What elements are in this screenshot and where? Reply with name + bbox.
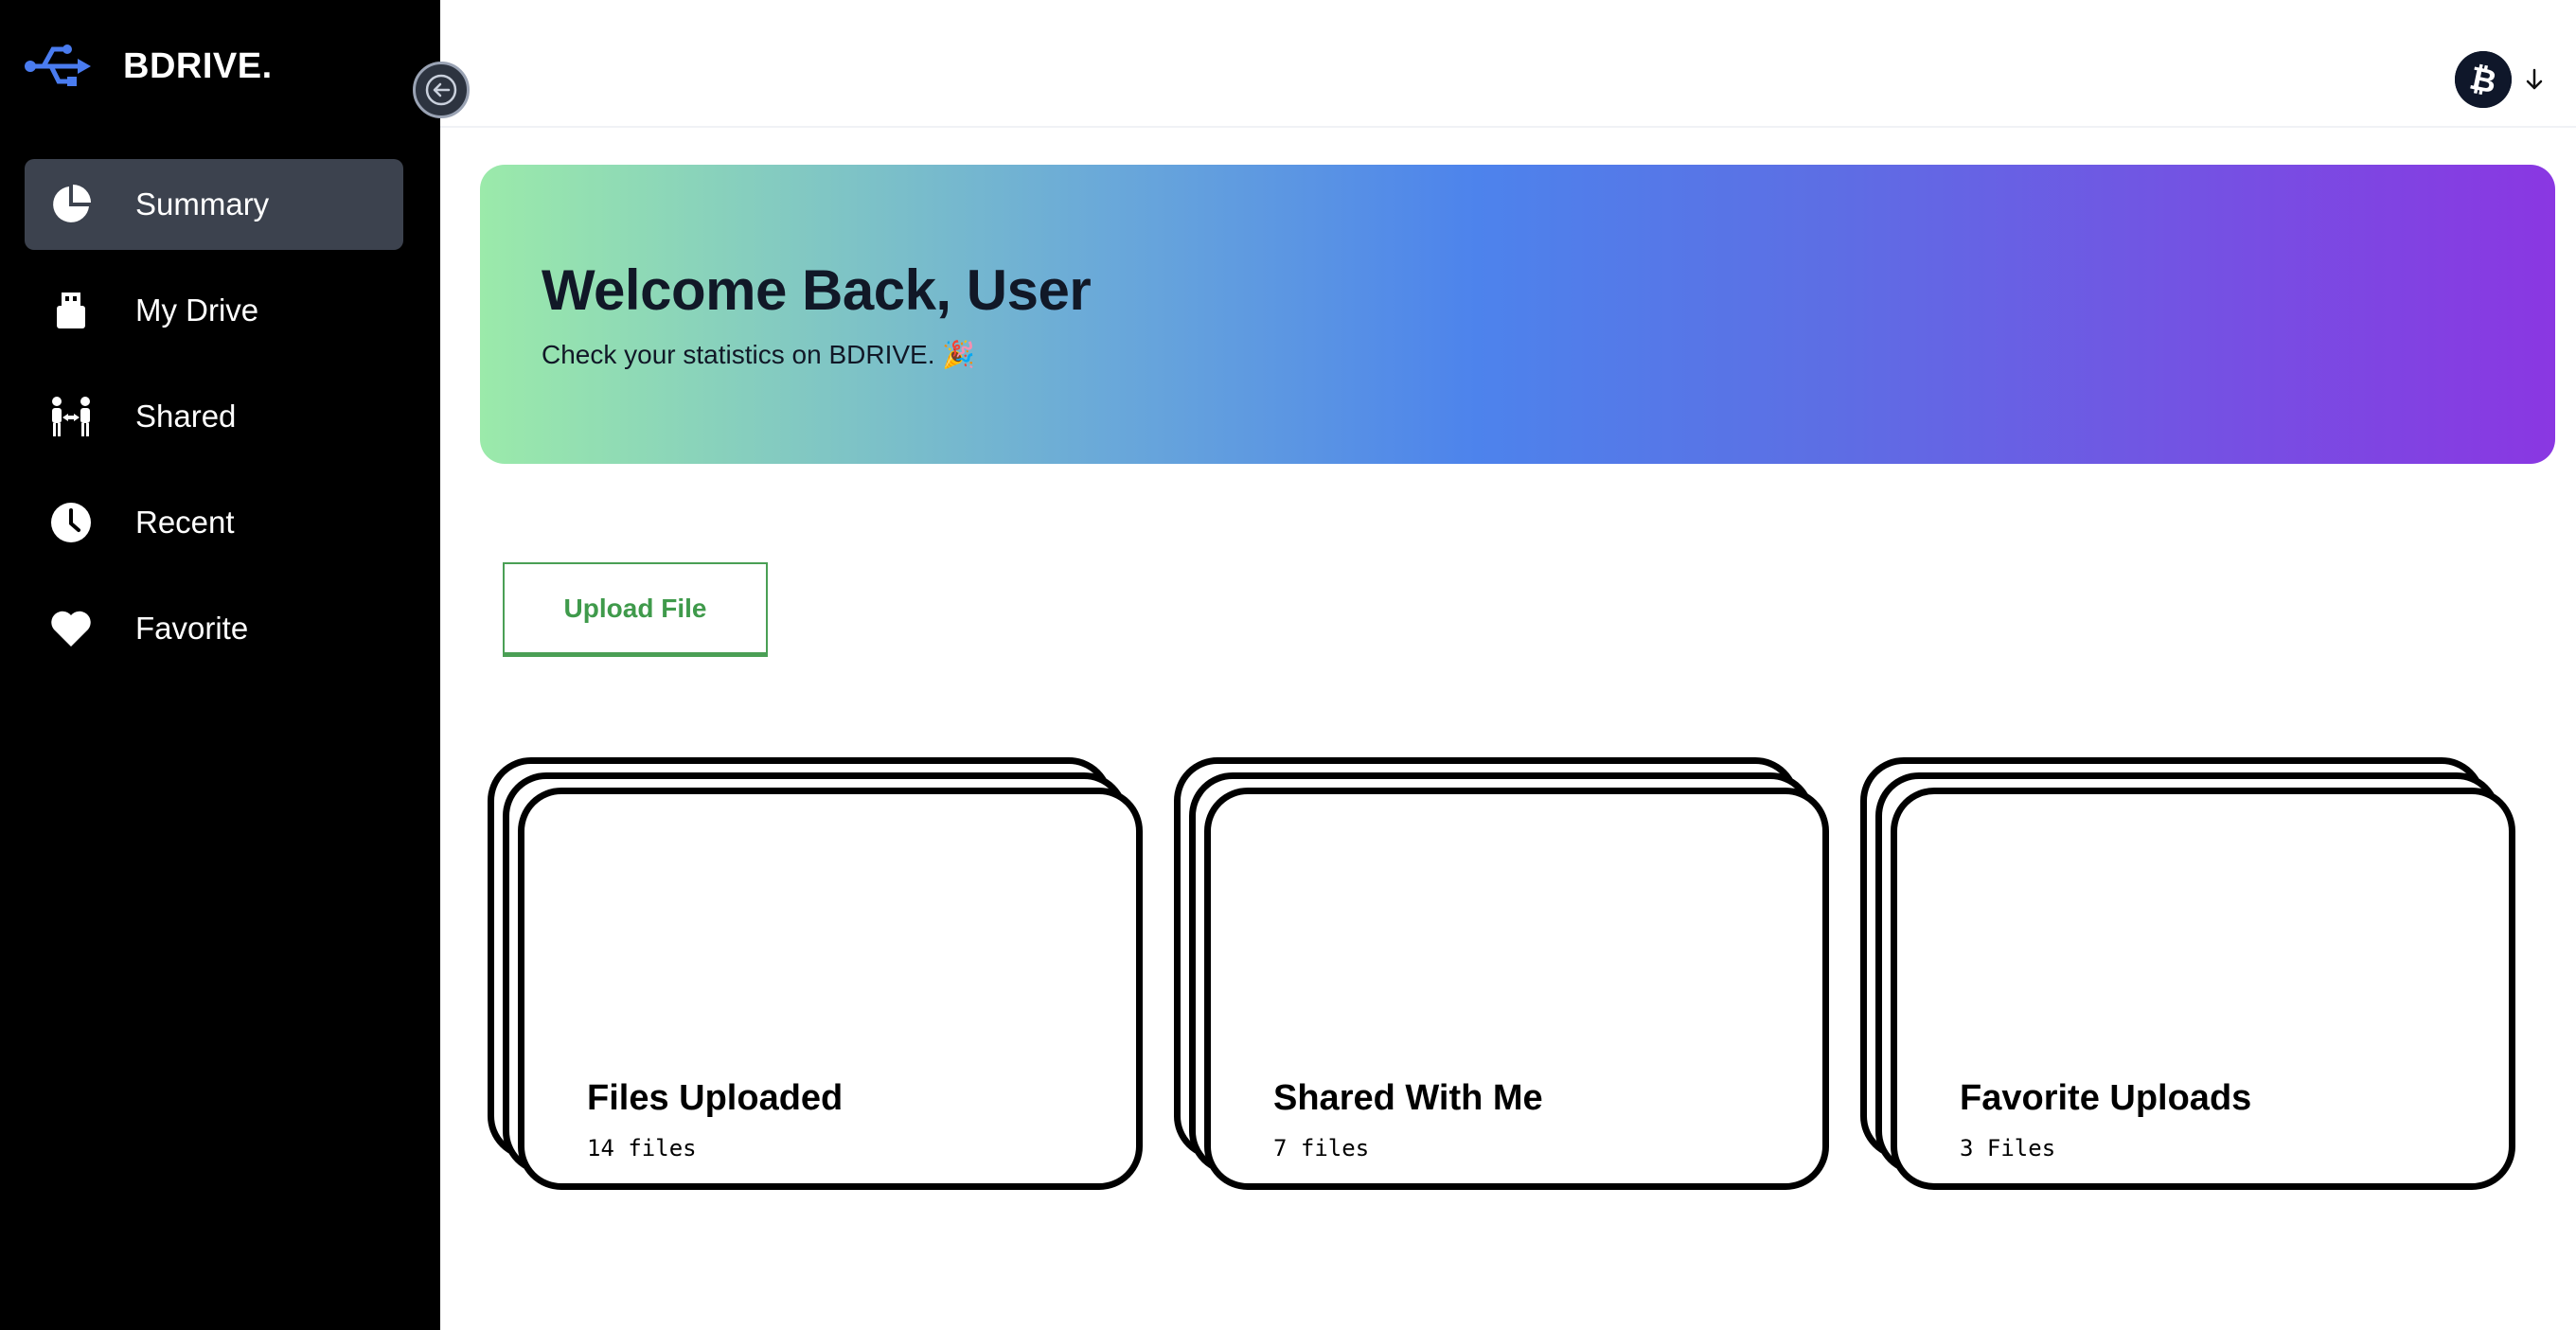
upload-file-button[interactable]: Upload File: [503, 562, 768, 657]
sidebar-item-my-drive[interactable]: My Drive: [25, 265, 403, 356]
usb-drive-icon: [49, 289, 93, 332]
welcome-banner: Welcome Back, User Check your statistics…: [480, 165, 2555, 464]
topbar: ₿: [440, 0, 2576, 128]
usb-icon: [25, 44, 91, 86]
sidebar-item-shared[interactable]: Shared: [25, 371, 403, 462]
sidebar: BDRIVE. Summary My Drive Shared Recent F…: [0, 0, 440, 1330]
sidebar-item-summary[interactable]: Summary: [25, 159, 403, 250]
pie-chart-icon: [49, 183, 93, 226]
card-title: Files Uploaded: [587, 1078, 844, 1118]
welcome-subtitle: Check your statistics on BDRIVE. 🎉: [542, 340, 976, 369]
sidebar-item-label: My Drive: [135, 293, 259, 328]
brand[interactable]: BDRIVE.: [23, 38, 273, 95]
card-title: Shared With Me: [1273, 1078, 1543, 1118]
sidebar-nav: Summary My Drive Shared Recent Favorite: [25, 159, 403, 689]
card-count: 7 files: [1273, 1135, 1370, 1162]
favorite-uploads-card[interactable]: Favorite Uploads 3 Files: [1860, 757, 2515, 1202]
card-layer: Shared With Me 7 files: [1204, 788, 1829, 1190]
files-uploaded-card[interactable]: Files Uploaded 14 files: [488, 757, 1143, 1202]
sidebar-item-favorite[interactable]: Favorite: [25, 583, 403, 674]
card-title: Favorite Uploads: [1960, 1078, 2252, 1118]
sidebar-item-label: Recent: [135, 505, 235, 540]
card-layer: Files Uploaded 14 files: [518, 788, 1143, 1190]
sidebar-item-label: Favorite: [135, 611, 249, 646]
account-menu-button[interactable]: ₿: [2455, 51, 2548, 108]
card-count: 3 Files: [1960, 1135, 2056, 1162]
welcome-title: Welcome Back, User: [542, 258, 1092, 322]
sidebar-item-recent[interactable]: Recent: [25, 477, 403, 568]
bitcoin-icon: ₿: [2455, 51, 2512, 108]
card-count: 14 files: [587, 1135, 697, 1162]
shared-with-me-card[interactable]: Shared With Me 7 files: [1174, 757, 1829, 1202]
card-layer: Favorite Uploads 3 Files: [1891, 788, 2515, 1190]
arrow-down-icon: [2526, 68, 2543, 90]
clock-icon: [49, 501, 93, 544]
heart-icon: [49, 607, 93, 650]
brand-name: BDRIVE.: [123, 45, 273, 86]
sidebar-item-label: Summary: [135, 186, 270, 222]
people-share-icon: [49, 395, 93, 438]
sidebar-item-label: Shared: [135, 399, 237, 434]
